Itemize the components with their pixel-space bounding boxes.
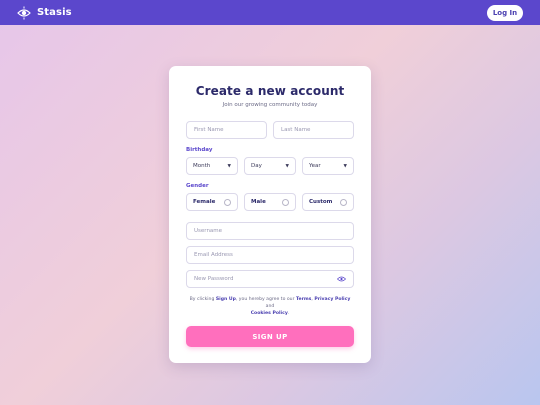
gender-option-custom[interactable]: Custom — [302, 193, 354, 211]
year-value: Year — [309, 163, 321, 169]
top-navbar: Stasis Log In — [0, 0, 540, 25]
first-name-input[interactable]: First Name — [186, 121, 267, 139]
cookies-policy-link[interactable]: Cookies Policy — [251, 311, 288, 316]
terms-prefix: By clicking — [189, 297, 215, 302]
form-subtitle: Join our growing community today — [222, 102, 318, 108]
brand-name: Stasis — [37, 7, 72, 18]
terms-signup-link[interactable]: Sign Up — [216, 297, 236, 302]
day-value: Day — [251, 163, 262, 169]
terms-and: and — [265, 304, 275, 309]
birthday-label: Birthday — [186, 147, 213, 153]
sign-up-button[interactable]: SIGN UP — [186, 326, 354, 347]
gender-label: Gender — [186, 183, 209, 189]
radio-circle-icon[interactable] — [340, 198, 347, 206]
gender-option-label: Male — [251, 199, 266, 205]
gender-option-female[interactable]: Female — [186, 193, 238, 211]
privacy-policy-link[interactable]: Privacy Policy — [314, 297, 350, 302]
month-value: Month — [193, 163, 211, 169]
terms-link[interactable]: Terms — [296, 297, 311, 302]
gender-option-male[interactable]: Male — [244, 193, 296, 211]
last-name-input[interactable]: Last Name — [273, 121, 354, 139]
terms-text: By clicking Sign Up, you hereby agree to… — [186, 296, 354, 317]
eye-logo-icon — [17, 6, 31, 19]
gender-option-label: Custom — [309, 199, 333, 205]
password-placeholder: New Password — [194, 276, 234, 282]
gender-option-label: Female — [193, 199, 216, 205]
chevron-down-icon: ▼ — [227, 163, 231, 169]
birthday-row: Month ▼ Day ▼ Year ▼ — [186, 157, 354, 175]
chevron-down-icon: ▼ — [285, 163, 289, 169]
email-input[interactable]: Email Address — [186, 246, 354, 264]
password-input[interactable]: New Password — [186, 270, 354, 288]
month-select[interactable]: Month ▼ — [186, 157, 238, 175]
radio-circle-icon[interactable] — [224, 198, 231, 206]
radio-circle-icon[interactable] — [282, 198, 289, 206]
gender-row: Female Male Custom — [186, 193, 354, 211]
name-row: First Name Last Name — [186, 121, 354, 139]
username-input[interactable]: Username — [186, 222, 354, 240]
chevron-down-icon: ▼ — [343, 163, 347, 169]
year-select[interactable]: Year ▼ — [302, 157, 354, 175]
terms-end: . — [287, 311, 290, 316]
signup-card: Create a new account Join our growing co… — [169, 66, 371, 363]
eye-icon[interactable] — [337, 276, 346, 282]
terms-middle: , you hereby agree to our — [235, 297, 295, 302]
brand[interactable]: Stasis — [17, 6, 72, 20]
terms-comma: , — [311, 297, 313, 302]
day-select[interactable]: Day ▼ — [244, 157, 296, 175]
login-button[interactable]: Log In — [487, 4, 523, 21]
form-title: Create a new account — [195, 84, 345, 98]
